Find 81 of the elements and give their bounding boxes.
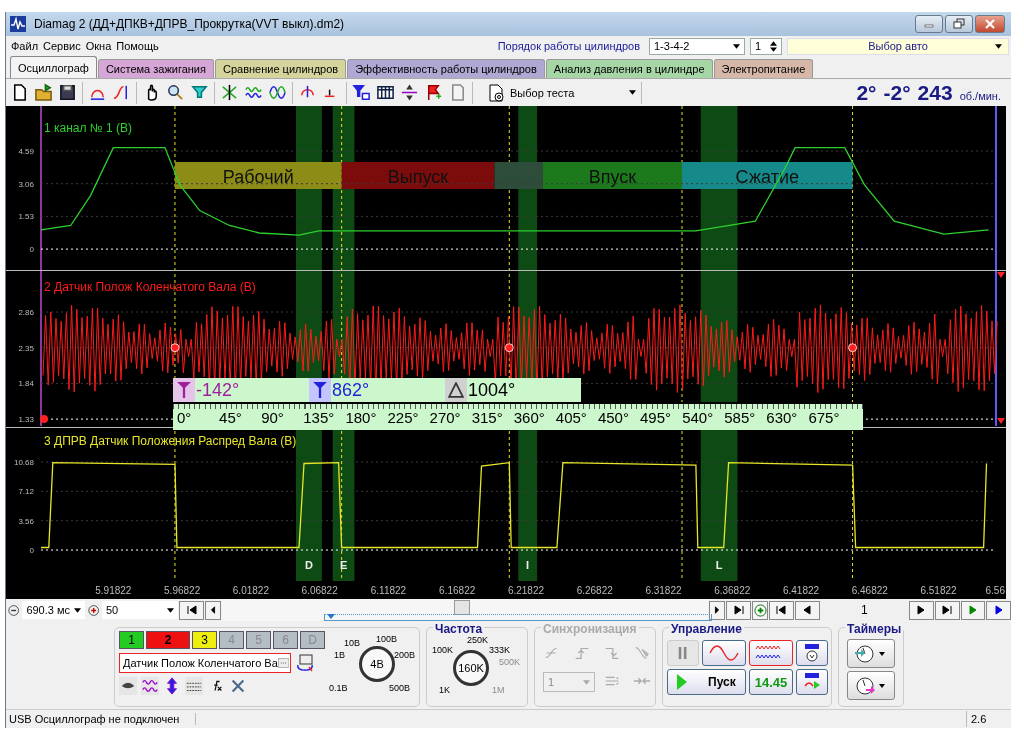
dial-scale-label: 200В	[394, 650, 416, 660]
degree-label: 630°	[766, 408, 799, 428]
degree-label: 180°	[345, 408, 378, 428]
y-tick-label: 10.68	[13, 458, 34, 467]
channel-title: 3 ДПРВ Датчик Положения Распред Вала (В)	[44, 434, 297, 448]
dial-scale-label: 333K	[489, 645, 511, 655]
group-title: Таймеры	[845, 622, 904, 636]
angle-readout: 2°	[856, 80, 877, 105]
dial-scale-label: 1В	[334, 650, 345, 660]
y-tick-label: 0	[29, 245, 34, 255]
band-label: L	[715, 559, 723, 571]
group-title: Частота	[433, 622, 485, 636]
rpm-unit: об./мин.	[959, 90, 1001, 102]
angle-readout: -2°	[883, 80, 911, 105]
x-tick-label: 6.06822	[301, 585, 338, 596]
dial-scale-label: 1K	[439, 685, 450, 695]
degree-label: 45°	[219, 408, 243, 428]
channel-title: 1 канал № 1 (В)	[44, 121, 133, 135]
phase-label: Рабочий	[222, 167, 294, 187]
y-tick-label: 2.35	[18, 343, 34, 353]
frame-number: 1	[860, 603, 869, 617]
y-tick-label: 1.84	[18, 379, 34, 389]
band-label: D	[304, 559, 313, 571]
status-text: USB Осциллограф не подключен	[6, 713, 196, 725]
y-tick-label: 1.53	[18, 212, 34, 222]
x-tick-label: 6.21822	[507, 585, 545, 596]
dial-scale-label: 250K	[467, 635, 489, 645]
degree-label: 405°	[555, 408, 588, 428]
degree-label: 495°	[640, 408, 673, 428]
group-title: Синхронизация	[541, 622, 639, 636]
version-text: 2.6	[970, 713, 988, 725]
angle-value: 862°	[332, 379, 370, 401]
y-tick-label: 3.06	[18, 179, 34, 189]
x-tick-label: 5.91822	[95, 585, 132, 596]
degree-label: 675°	[808, 408, 841, 428]
channel-title: 2 Датчик Полож Коленчатого Вала (В)	[44, 280, 256, 294]
phase-label: Выпуск	[387, 167, 449, 187]
y-tick-label: 2.86	[18, 308, 34, 317]
x-tick-label: 6.46822	[851, 585, 888, 596]
x-tick-label: 6.36822	[714, 585, 751, 596]
degree-label: 450°	[597, 408, 630, 428]
dial-scale-label: 100K	[432, 645, 454, 655]
degree-label: 135°	[303, 408, 336, 428]
band-label: E	[339, 559, 348, 571]
degree-label: 360°	[513, 408, 546, 428]
x-tick-label: 6.01822	[232, 585, 269, 596]
window-title: Diamag 2 (ДД+ДПКВ+ДПРВ_Прокрутка(VVT выкл).dm2)	[34, 17, 345, 31]
angle-value: 1004°	[468, 379, 516, 401]
firing-order-label: Порядок работы цилиндров	[497, 40, 640, 52]
degree-label: 0°	[177, 408, 193, 428]
x-tick-label: 5.96822	[164, 585, 201, 596]
y-tick-label: 7.12	[18, 487, 34, 497]
dial-scale-label: 500K	[499, 657, 521, 667]
dial-scale-label: 0.1В	[329, 683, 348, 693]
degree-label: 90°	[261, 408, 285, 428]
phase-label: Впуск	[588, 167, 637, 187]
degree-label: 225°	[387, 408, 420, 428]
x-tick-label: 6.31822	[645, 585, 682, 596]
y-tick-label: 0	[29, 546, 34, 555]
degree-label: 540°	[682, 408, 715, 428]
x-tick-label: 6.41822	[782, 585, 820, 596]
x-tick-label: 6.26822	[576, 585, 613, 596]
time-display: 14.45	[749, 669, 793, 695]
angle-value: -142°	[196, 379, 240, 401]
dial-scale-label: 1M	[492, 685, 505, 695]
rpm-readout: 243	[917, 80, 953, 105]
dial-scale-label: 500В	[389, 683, 411, 693]
y-tick-label: 4.59	[18, 147, 34, 156]
degree-label: 270°	[429, 408, 462, 428]
y-tick-label: 1.33	[18, 415, 34, 425]
x-tick-label: 6.16822	[439, 585, 476, 596]
dial-scale-label: 100В	[376, 634, 398, 644]
group-title: Управление	[669, 622, 744, 636]
band-label: I	[526, 559, 530, 571]
x-tick-label: 6.11822	[370, 585, 407, 596]
degree-label: 315°	[471, 408, 504, 428]
degree-label: 585°	[724, 408, 757, 428]
x-tick-label: 6.51822	[920, 585, 957, 596]
dial-scale-label: 10В	[344, 638, 360, 648]
y-tick-label: 3.56	[18, 516, 34, 526]
x-tick-label: 6.56	[985, 585, 1005, 596]
